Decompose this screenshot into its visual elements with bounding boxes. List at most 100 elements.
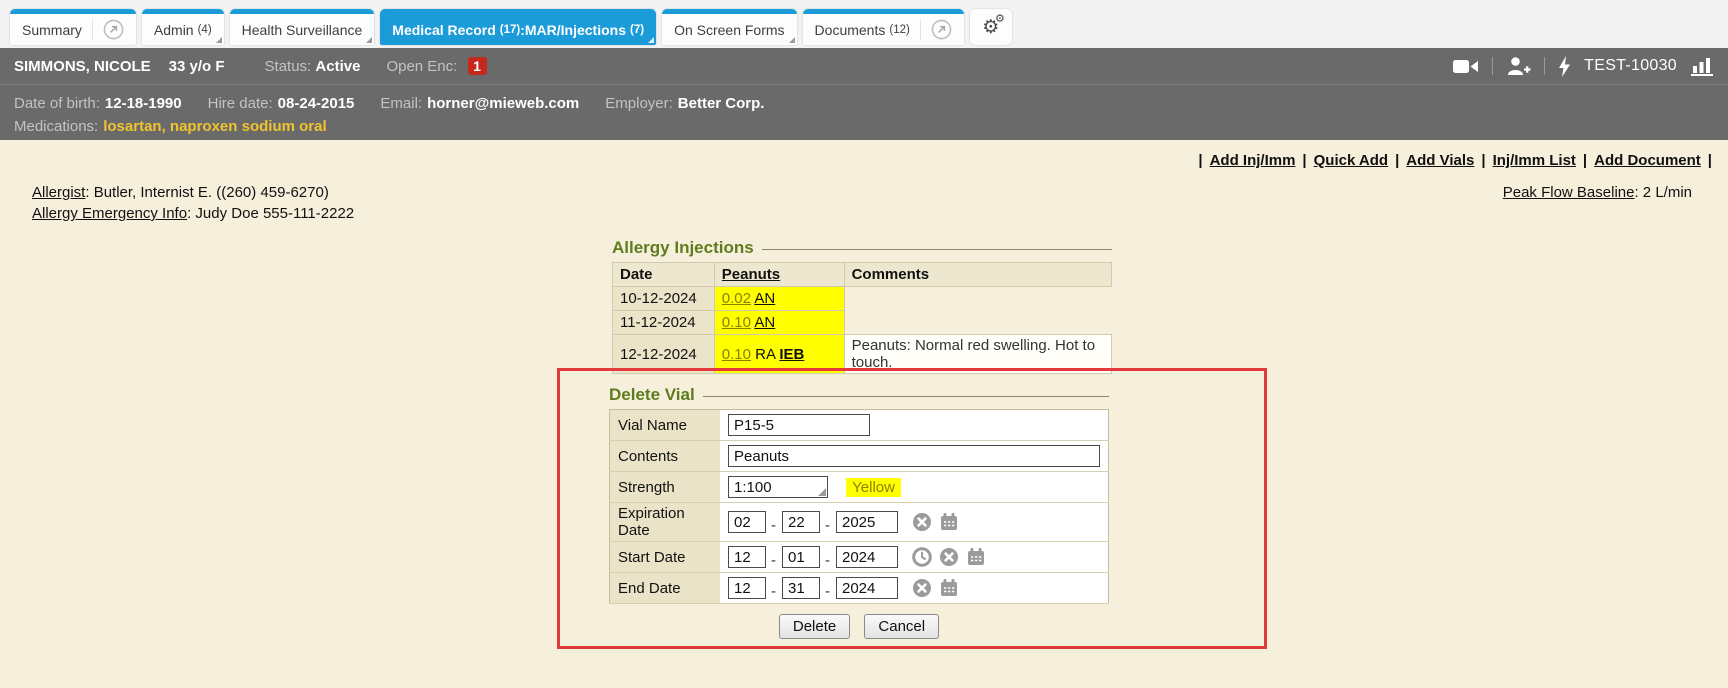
peak-flow-baseline-value: : 2 L/min: [1634, 184, 1692, 201]
column-peanuts-link[interactable]: Peanuts: [722, 266, 780, 283]
allergy-contacts: Allergist: Butler, Internist E. ((260) 4…: [32, 182, 354, 224]
calendar-icon[interactable]: [939, 512, 959, 532]
hire-date-label: Hire date:: [208, 95, 273, 112]
medications-label: Medications:: [14, 115, 98, 138]
date-separator: -: [771, 517, 776, 534]
tab-admin[interactable]: Admin (4): [142, 9, 224, 45]
tab-settings-button[interactable]: ⚙ ⚙: [970, 9, 1012, 45]
vial-name-input[interactable]: [728, 414, 870, 436]
date-separator: -: [771, 552, 776, 569]
injection-date: 11-12-2024: [613, 311, 715, 335]
form-row-expiration-date: Expiration Date - -: [610, 503, 1109, 542]
documents-popout-icon[interactable]: [920, 19, 952, 40]
dose-link[interactable]: 0.02: [722, 290, 751, 307]
delete-button[interactable]: Delete: [779, 614, 850, 639]
dose-link[interactable]: 0.10: [722, 314, 751, 331]
clear-date-icon[interactable]: [912, 512, 932, 532]
lightning-icon[interactable]: [1558, 56, 1571, 77]
tab-admin-label: Admin: [154, 22, 194, 38]
station-id: TEST-10030: [1584, 57, 1677, 75]
allergy-injections-title: Allergy Injections: [612, 238, 762, 262]
open-encounter-badge[interactable]: 1: [468, 57, 487, 75]
strength-input[interactable]: [728, 476, 828, 498]
allergist-value: : Butler, Internist E. ((260) 459-6270): [85, 184, 328, 201]
end-month-input[interactable]: [728, 577, 766, 599]
clock-icon[interactable]: [912, 547, 932, 567]
add-document-link[interactable]: Add Document: [1594, 152, 1701, 169]
expiration-day-input[interactable]: [782, 511, 820, 533]
date-separator: -: [825, 583, 830, 600]
delete-vial-highlight-box: Delete Vial Vial Name Contents Strength: [557, 368, 1267, 649]
pipe-separator: |: [1708, 152, 1712, 169]
add-inj-imm-link[interactable]: Add Inj/Imm: [1210, 152, 1296, 169]
tab-medical-record-subcount: (7): [630, 24, 644, 36]
medication-link-losartan[interactable]: losartan: [103, 115, 161, 138]
inj-imm-list-link[interactable]: Inj/Imm List: [1493, 152, 1576, 169]
start-year-input[interactable]: [836, 546, 898, 568]
end-date-label: End Date: [610, 573, 721, 604]
tab-health-surveillance[interactable]: Health Surveillance: [230, 9, 375, 45]
tab-menu-fold-icon: [789, 37, 795, 43]
tab-medical-record[interactable]: Medical Record (17) :MAR/Injections (7): [380, 9, 656, 45]
gears-small-icon: ⚙: [995, 14, 1005, 25]
tab-medical-record-sublabel: :MAR/Injections: [520, 22, 626, 38]
quick-add-link[interactable]: Quick Add: [1314, 152, 1388, 169]
form-row-start-date: Start Date - -: [610, 542, 1109, 573]
reaction-code-link[interactable]: IEB: [779, 346, 804, 363]
employer-label: Employer:: [605, 95, 673, 112]
summary-popout-icon[interactable]: [92, 19, 124, 40]
contents-input[interactable]: [728, 445, 1100, 467]
patient-age-sex: 33 y/o F: [169, 58, 225, 75]
tab-documents[interactable]: Documents (12): [803, 9, 964, 45]
tab-bar: Summary Admin (4) Health Surveillance Me…: [0, 0, 1728, 48]
contents-label: Contents: [610, 441, 721, 472]
calendar-icon[interactable]: [966, 547, 986, 567]
date-separator: -: [825, 517, 830, 534]
tab-on-screen-forms[interactable]: On Screen Forms: [662, 9, 796, 45]
cancel-button[interactable]: Cancel: [864, 614, 939, 639]
action-links: | Add Inj/Imm | Quick Add | Add Vials | …: [1198, 152, 1712, 169]
calendar-icon[interactable]: [939, 578, 959, 598]
tab-summary[interactable]: Summary: [10, 9, 136, 45]
video-camera-icon[interactable]: [1453, 58, 1479, 75]
table-row: 10-12-2024 0.02 AN: [613, 287, 1112, 311]
start-date-label: Start Date: [610, 542, 721, 573]
end-year-input[interactable]: [836, 577, 898, 599]
clear-date-icon[interactable]: [939, 547, 959, 567]
bar-chart-icon[interactable]: [1690, 57, 1714, 76]
delete-vial-section: Delete Vial Vial Name Contents Strength: [609, 385, 1109, 604]
email-value: horner@mieweb.com: [427, 95, 579, 112]
injection-comment: [844, 287, 1111, 311]
add-vials-link[interactable]: Add Vials: [1406, 152, 1474, 169]
start-day-input[interactable]: [782, 546, 820, 568]
clear-date-icon[interactable]: [912, 578, 932, 598]
allergy-emergency-info-link[interactable]: Allergy Emergency Info: [32, 205, 187, 222]
allergy-injections-section: Allergy Injections Date Peanuts Comments…: [612, 238, 1112, 374]
allergist-link[interactable]: Allergist: [32, 184, 85, 201]
dose-link[interactable]: 0.10: [722, 346, 751, 363]
reaction-code-link[interactable]: AN: [754, 290, 775, 307]
end-day-input[interactable]: [782, 577, 820, 599]
dob-label: Date of birth:: [14, 95, 100, 112]
form-row-end-date: End Date --: [610, 573, 1109, 604]
expiration-year-input[interactable]: [836, 511, 898, 533]
expiration-date-label: Expiration Date: [610, 503, 721, 542]
pipe-separator: |: [1395, 152, 1399, 169]
start-month-input[interactable]: [728, 546, 766, 568]
pipe-separator: |: [1198, 152, 1202, 169]
injection-date: 10-12-2024: [613, 287, 715, 311]
medication-link-naproxen[interactable]: naproxen sodium oral: [170, 115, 327, 138]
peak-flow-baseline-link[interactable]: Peak Flow Baseline: [1503, 184, 1635, 201]
dob-value: 12-18-1990: [105, 95, 182, 112]
date-separator: -: [825, 552, 830, 569]
open-enc-label: Open Enc:: [386, 58, 457, 75]
reaction-code-link[interactable]: AN: [754, 314, 775, 331]
resize-grip-icon[interactable]: [818, 488, 826, 496]
tab-medical-record-count: (17): [500, 24, 520, 36]
expiration-month-input[interactable]: [728, 511, 766, 533]
patient-name: SIMMONS, NICOLE: [14, 58, 151, 75]
strength-label: Strength: [610, 472, 721, 503]
tab-documents-count: (12): [889, 24, 909, 36]
tab-medical-record-label: Medical Record: [392, 22, 495, 38]
add-person-icon[interactable]: [1506, 56, 1531, 76]
